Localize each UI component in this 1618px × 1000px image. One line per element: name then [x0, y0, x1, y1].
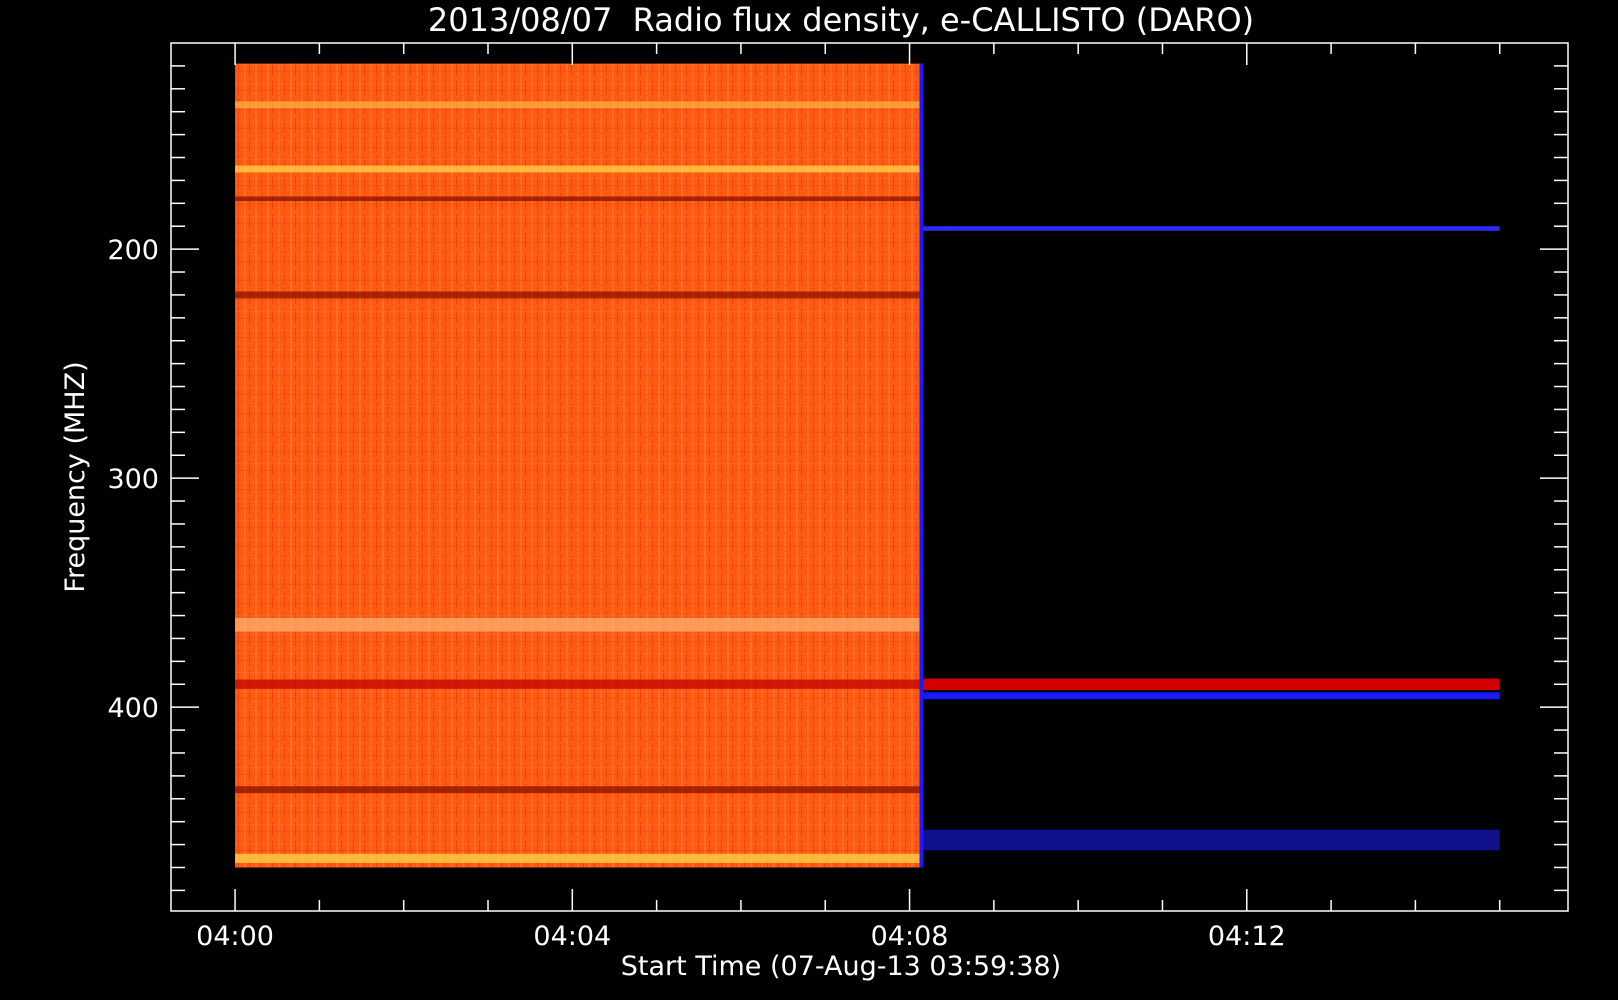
active-band — [235, 617, 921, 632]
spectrogram-chart: 04:00 04:04 04:08 04:12 200 300 400 2013/08/07… — [60, 1, 1569, 982]
y-tick-label: 200 — [107, 235, 159, 266]
x-axis-label: Start Time (07-Aug-13 03:59:38) — [621, 951, 1061, 982]
y-axis-label: Frequency (MHZ) — [60, 361, 91, 592]
x-tick-label: 04:00 — [196, 921, 274, 952]
chart-title: 2013/08/07 Radio flux density, e-CALLIST… — [428, 1, 1254, 39]
x-tick-label: 04:04 — [533, 921, 611, 952]
inactive-band — [920, 226, 1500, 231]
x-tick-label: 04:12 — [1208, 921, 1286, 952]
segment-boundary — [919, 63, 924, 868]
y-tick-label: 300 — [107, 464, 159, 495]
active-band — [235, 679, 921, 689]
inactive-band — [920, 829, 1500, 851]
x-tick-label: 04:08 — [871, 921, 949, 952]
inactive-segment — [920, 63, 1500, 868]
y-tick-label: 400 — [107, 693, 159, 724]
active-band — [235, 291, 921, 299]
active-segment — [235, 63, 921, 868]
active-band — [235, 165, 921, 173]
spectrogram-data — [235, 63, 1500, 868]
active-band — [235, 786, 921, 794]
inactive-band — [920, 692, 1500, 700]
spectrogram-figure: 04:00 04:04 04:08 04:12 200 300 400 2013/08/07… — [0, 0, 1618, 1000]
active-band — [235, 853, 921, 863]
active-band — [235, 196, 921, 202]
active-band — [235, 101, 921, 109]
inactive-band — [920, 678, 1500, 690]
